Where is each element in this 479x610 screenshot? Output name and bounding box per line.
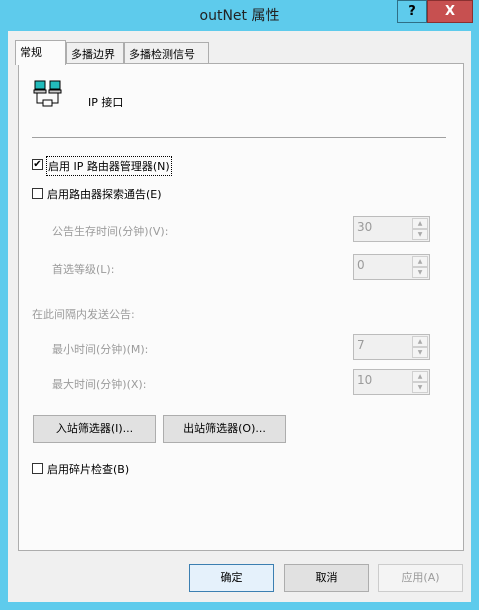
- spin-down-icon[interactable]: ▼: [412, 229, 428, 240]
- lifetime-value[interactable]: 30: [357, 220, 372, 234]
- spin-down-icon[interactable]: ▼: [412, 382, 428, 393]
- outbound-filter-button[interactable]: 出站筛选器(O)...: [163, 415, 286, 443]
- spin-down-icon[interactable]: ▼: [412, 267, 428, 278]
- min-time-spinner[interactable]: 7 ▲ ▼: [353, 334, 430, 360]
- help-button[interactable]: ?: [397, 0, 427, 23]
- close-button[interactable]: X: [427, 0, 473, 23]
- router-manager-checkbox[interactable]: ✔: [32, 159, 43, 170]
- apply-button[interactable]: 应用(A): [378, 564, 463, 592]
- interface-label: IP 接口: [88, 96, 124, 109]
- spin-down-icon[interactable]: ▼: [412, 347, 428, 358]
- fragment-check-checkbox[interactable]: [32, 463, 43, 474]
- discovery-label[interactable]: 启用路由器探索通告(E): [47, 186, 162, 202]
- ok-button[interactable]: 确定: [189, 564, 274, 592]
- preference-label: 首选等级(L):: [52, 263, 115, 276]
- max-time-value[interactable]: 10: [357, 373, 372, 387]
- lifetime-label: 公告生存时间(分钟)(V):: [52, 225, 169, 238]
- spin-up-icon[interactable]: ▲: [412, 218, 428, 229]
- tab-general[interactable]: 常规: [15, 40, 66, 65]
- tab-multicast-boundary[interactable]: 多播边界: [66, 42, 124, 64]
- preference-value[interactable]: 0: [357, 258, 365, 272]
- min-time-value[interactable]: 7: [357, 338, 365, 352]
- spin-up-icon[interactable]: ▲: [412, 256, 428, 267]
- preference-spinner[interactable]: 0 ▲ ▼: [353, 254, 430, 280]
- spin-up-icon[interactable]: ▲: [412, 336, 428, 347]
- max-time-spinner[interactable]: 10 ▲ ▼: [353, 369, 430, 395]
- tab-multicast-heartbeat[interactable]: 多播检测信号: [124, 42, 209, 64]
- spin-up-icon[interactable]: ▲: [412, 371, 428, 382]
- fragment-check-label[interactable]: 启用碎片检查(B): [47, 461, 129, 477]
- network-computers-icon: [33, 80, 65, 110]
- discovery-checkbox[interactable]: [32, 188, 43, 199]
- max-time-label: 最大时间(分钟)(X):: [52, 378, 147, 391]
- cancel-button[interactable]: 取消: [284, 564, 369, 592]
- router-manager-label[interactable]: 启用 IP 路由器管理器(N): [46, 156, 172, 176]
- lifetime-spinner[interactable]: 30 ▲ ▼: [353, 216, 430, 242]
- min-time-label: 最小时间(分钟)(M):: [52, 343, 149, 356]
- inbound-filter-button[interactable]: 入站筛选器(I)...: [33, 415, 156, 443]
- separator: [32, 137, 446, 138]
- interval-label: 在此间隔内发送公告:: [32, 308, 135, 321]
